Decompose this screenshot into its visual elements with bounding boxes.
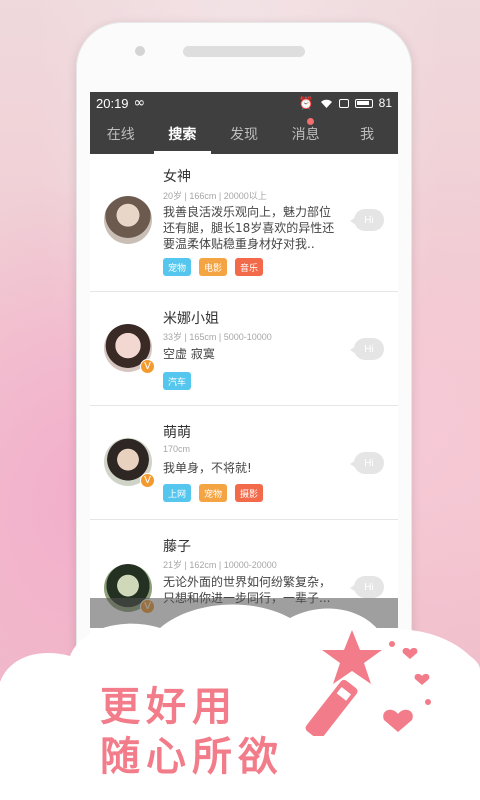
- battery-level: 81: [378, 96, 392, 110]
- user-meta: 21岁 | 162cm | 10000-20000: [163, 560, 277, 570]
- tab-bar: 在线 搜索 发现 消息 我: [90, 114, 398, 154]
- user-desc: 我单身，不将就!: [163, 461, 252, 475]
- screen-rotate-icon: [338, 98, 349, 108]
- status-time: 20:19: [96, 95, 129, 111]
- user-list: 女神 20岁 | 166cm | 20000以上 我善良活泼乐观向上，魅力部位还…: [90, 154, 398, 650]
- list-item[interactable]: V 萌萌 170cm 我单身，不将就! 上网 宠物 摄影 Hi: [90, 406, 398, 520]
- list-item[interactable]: V 米娜小姐 33岁 | 165cm | 5000-10000 空虚 寂寞 汽车…: [90, 292, 398, 406]
- user-name: 米娜小姐: [163, 311, 219, 327]
- tab-discover[interactable]: 发现: [213, 114, 275, 154]
- status-bar: 20:19 ∞ ⏰ 81: [90, 92, 398, 114]
- camera-icon: [135, 46, 145, 56]
- tag: 宠物: [199, 484, 228, 502]
- tag: 上网: [163, 484, 192, 502]
- user-meta: 33岁 | 165cm | 5000-10000: [163, 332, 272, 342]
- user-name: 藤子: [163, 539, 191, 555]
- verified-badge-icon: V: [140, 359, 155, 374]
- tab-me[interactable]: 我: [336, 114, 398, 154]
- tag: 电影: [199, 258, 228, 276]
- user-meta: 20岁 | 166cm | 20000以上: [163, 191, 267, 201]
- tag-list: 汽车: [163, 372, 192, 390]
- say-hi-button[interactable]: Hi: [350, 576, 384, 598]
- say-hi-button[interactable]: Hi: [350, 338, 384, 360]
- magic-wand-icon: [305, 630, 431, 736]
- infinity-icon: ∞: [133, 95, 146, 111]
- speaker-grille: [183, 46, 305, 57]
- tag-list: 宠物 电影 音乐: [163, 258, 264, 276]
- tab-messages[interactable]: 消息: [275, 114, 337, 154]
- user-desc: 我善良活泼乐观向上，魅力部位还有腿，腿长18岁喜欢的异性还要温柔体贴稳重身材好对…: [163, 205, 335, 251]
- user-name: 萌萌: [163, 425, 191, 441]
- slogan-line-2: 随心所欲: [100, 734, 284, 780]
- alarm-icon: ⏰: [298, 96, 314, 110]
- user-name: 女神: [163, 169, 191, 185]
- say-hi-button[interactable]: Hi: [350, 452, 384, 474]
- say-hi-button[interactable]: Hi: [350, 209, 384, 231]
- tab-messages-label: 消息: [291, 127, 320, 143]
- tag: 音乐: [235, 258, 264, 276]
- tag: 宠物: [163, 258, 192, 276]
- tag: 汽车: [163, 372, 192, 390]
- user-meta: 170cm: [163, 444, 191, 454]
- tab-search[interactable]: 搜索: [152, 114, 214, 154]
- tag: 摄影: [235, 484, 264, 502]
- avatar[interactable]: [104, 196, 152, 244]
- list-item[interactable]: 女神 20岁 | 166cm | 20000以上 我善良活泼乐观向上，魅力部位还…: [90, 154, 398, 292]
- app-screen: 20:19 ∞ ⏰ 81 在线 搜索 发现 消息 我 女神 20岁 | 166c…: [90, 92, 398, 652]
- tag-list: 上网 宠物 摄影: [163, 484, 264, 502]
- user-desc: 空虚 寂寞: [163, 347, 215, 361]
- battery-icon: [354, 98, 373, 108]
- verified-badge-icon: V: [140, 473, 155, 488]
- tab-online[interactable]: 在线: [90, 114, 152, 154]
- wifi-icon: [320, 99, 332, 108]
